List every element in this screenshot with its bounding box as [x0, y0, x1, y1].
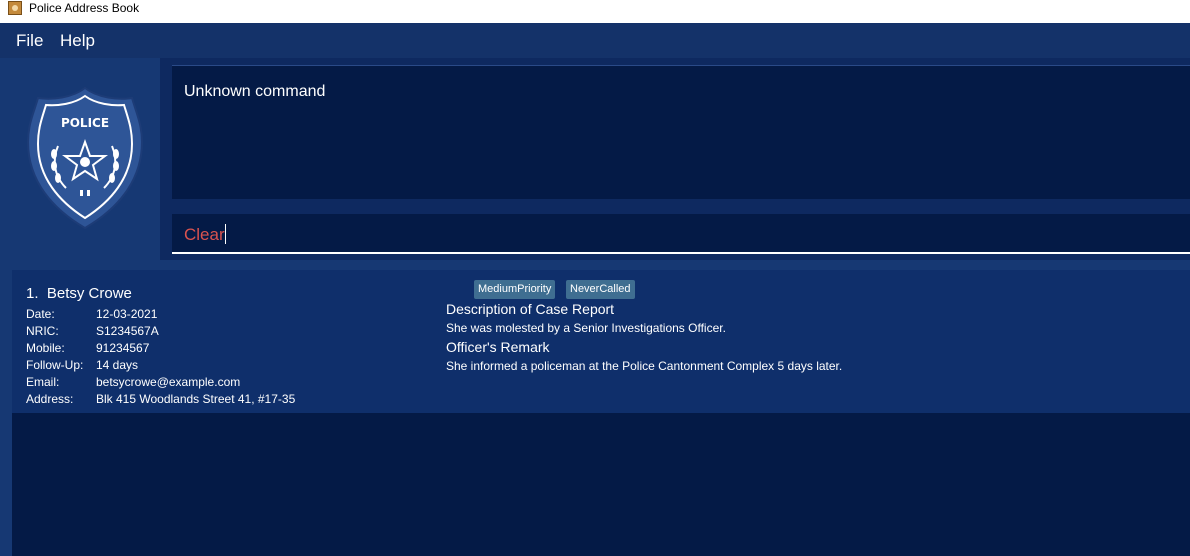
- menu-help[interactable]: Help: [60, 31, 95, 51]
- police-badge-icon: POLICE: [26, 86, 144, 230]
- nric-value: S1234567A: [96, 324, 159, 338]
- top-area: POLICE Unknown command Clear: [0, 58, 1190, 260]
- menu-file[interactable]: File: [16, 31, 43, 51]
- remark-heading: Officer's Remark: [446, 339, 550, 355]
- address-value: Blk 415 Woodlands Street 41, #17-35: [96, 392, 296, 406]
- tag-medium-priority: MediumPriority: [474, 280, 556, 299]
- command-box: Clear: [160, 208, 1190, 260]
- description-heading: Description of Case Report: [446, 301, 615, 317]
- tag-never-called: NeverCalled: [566, 280, 635, 299]
- date-value: 12-03-2021: [96, 307, 158, 321]
- description-text: She was molested by a Senior Investigati…: [446, 321, 726, 335]
- person-list-area: 1. Betsy Crowe Date: 12-03-2021 NRIC: S1…: [0, 260, 1190, 556]
- follow-up-value: 14 days: [96, 358, 139, 372]
- remark-text: She informed a policeman at the Police C…: [446, 359, 843, 373]
- command-input-value: Clear: [184, 225, 225, 244]
- mobile-label: Mobile:: [26, 341, 65, 355]
- command-input[interactable]: Clear: [172, 214, 1190, 254]
- person-index: 1.: [26, 285, 39, 302]
- window-title: Police Address Book: [29, 1, 140, 15]
- text-caret: [224, 224, 226, 244]
- follow-up-label: Follow-Up:: [26, 358, 84, 372]
- result-message: Unknown command: [184, 83, 326, 100]
- address-book-icon: [8, 1, 22, 15]
- date-label: Date:: [26, 307, 55, 321]
- email-label: Email:: [26, 375, 60, 389]
- person-list[interactable]: 1. Betsy Crowe Date: 12-03-2021 NRIC: S1…: [12, 270, 1190, 556]
- result-panel: Unknown command: [172, 65, 1190, 199]
- email-value: betsycrowe@example.com: [96, 375, 241, 389]
- nric-label: NRIC:: [26, 324, 59, 338]
- logo-panel: POLICE: [0, 58, 160, 260]
- svg-text:POLICE: POLICE: [61, 116, 109, 130]
- person-card[interactable]: 1. Betsy Crowe Date: 12-03-2021 NRIC: S1…: [12, 270, 1190, 413]
- menu-bar: File Help: [0, 23, 1190, 58]
- mobile-value: 91234567: [96, 341, 150, 355]
- result-display: Unknown command: [160, 58, 1190, 208]
- address-label: Address:: [26, 392, 74, 406]
- title-bar: Police Address Book: [0, 0, 1190, 23]
- person-name: Betsy Crowe: [46, 285, 132, 302]
